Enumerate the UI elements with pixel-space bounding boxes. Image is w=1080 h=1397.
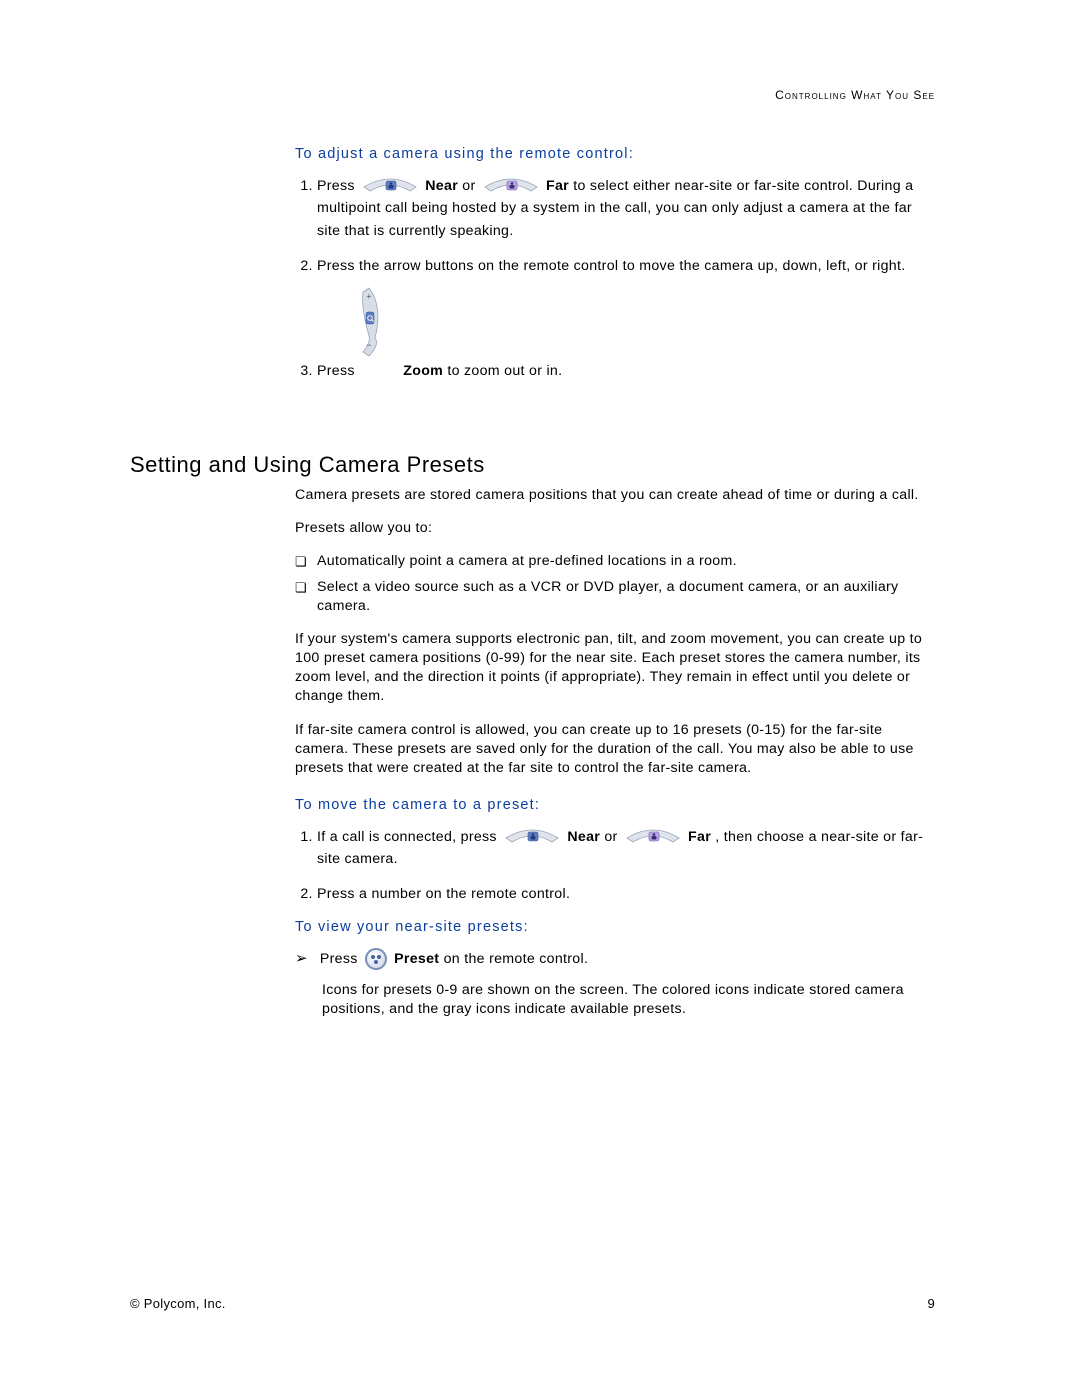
para: Camera presets are stored camera positio…	[295, 486, 935, 505]
footer-copyright: © Polycom, Inc.	[130, 1296, 226, 1311]
far-button-icon	[483, 177, 539, 195]
header-text: Controlling What You See	[775, 88, 935, 102]
steps-adjust-camera: Press Near or Far to select either near-…	[295, 175, 935, 383]
preset-benefits-list: Automatically point a camera at pre-defi…	[295, 552, 935, 616]
zoom-label: Zoom	[403, 363, 443, 379]
para: If your system's camera supports electro…	[295, 630, 935, 707]
procedure-heading-move: To move the camera to a preset:	[295, 796, 935, 816]
far-label: Far	[688, 829, 711, 845]
near-button-icon	[362, 177, 418, 195]
para: Icons for presets 0-9 are shown on the s…	[322, 981, 935, 1019]
steps-move-preset: If a call is connected, press Near or Fa…	[295, 826, 935, 905]
step-3: Press Zoom to zoom out or in.	[317, 360, 935, 383]
arrow-icon: ➢	[295, 949, 308, 969]
step-1: If a call is connected, press Near or Fa…	[317, 826, 935, 871]
procedure-heading-view: To view your near-site presets:	[295, 918, 935, 938]
near-button-icon	[504, 828, 560, 846]
step-1: Press Near or Far to select either near-…	[317, 175, 935, 243]
arrow-bullet: ➢ Press Preset on the remote control.	[295, 948, 935, 971]
preset-label: Preset	[394, 951, 439, 967]
far-button-icon	[625, 828, 681, 846]
procedure-heading-adjust: To adjust a camera using the remote cont…	[295, 145, 935, 165]
text: or	[462, 178, 479, 194]
list-item: Select a video source such as a VCR or D…	[317, 578, 935, 616]
section-heading-presets: Setting and Using Camera Presets	[130, 452, 485, 478]
step-2: Press a number on the remote control.	[317, 885, 935, 904]
para: If far-site camera control is allowed, y…	[295, 721, 935, 779]
text: to zoom out or in.	[447, 363, 562, 379]
running-header: Controlling What You See	[775, 88, 935, 102]
zoom-rocker-icon	[341, 286, 935, 364]
list-item: Automatically point a camera at pre-defi…	[317, 552, 935, 571]
page-number: 9	[927, 1296, 935, 1311]
far-label: Far	[546, 178, 569, 194]
text: If a call is connected, press	[317, 829, 501, 845]
text: Press	[317, 178, 359, 194]
content-column-2: Camera presets are stored camera positio…	[295, 486, 935, 1033]
page-footer: © Polycom, Inc. 9	[130, 1296, 935, 1311]
near-label: Near	[425, 178, 458, 194]
preset-button-icon	[365, 948, 387, 970]
text: or	[604, 829, 621, 845]
step-2: Press the arrow buttons on the remote co…	[317, 257, 935, 364]
text: Press the arrow buttons on the remote co…	[317, 258, 905, 274]
text: Press	[317, 363, 359, 379]
content-column: To adjust a camera using the remote cont…	[295, 145, 935, 397]
text: on the remote control.	[444, 951, 589, 967]
text: Press	[320, 951, 362, 967]
near-label: Near	[567, 829, 600, 845]
para: Presets allow you to:	[295, 519, 935, 538]
document-page: Controlling What You See To adjust a cam…	[0, 0, 1080, 1397]
